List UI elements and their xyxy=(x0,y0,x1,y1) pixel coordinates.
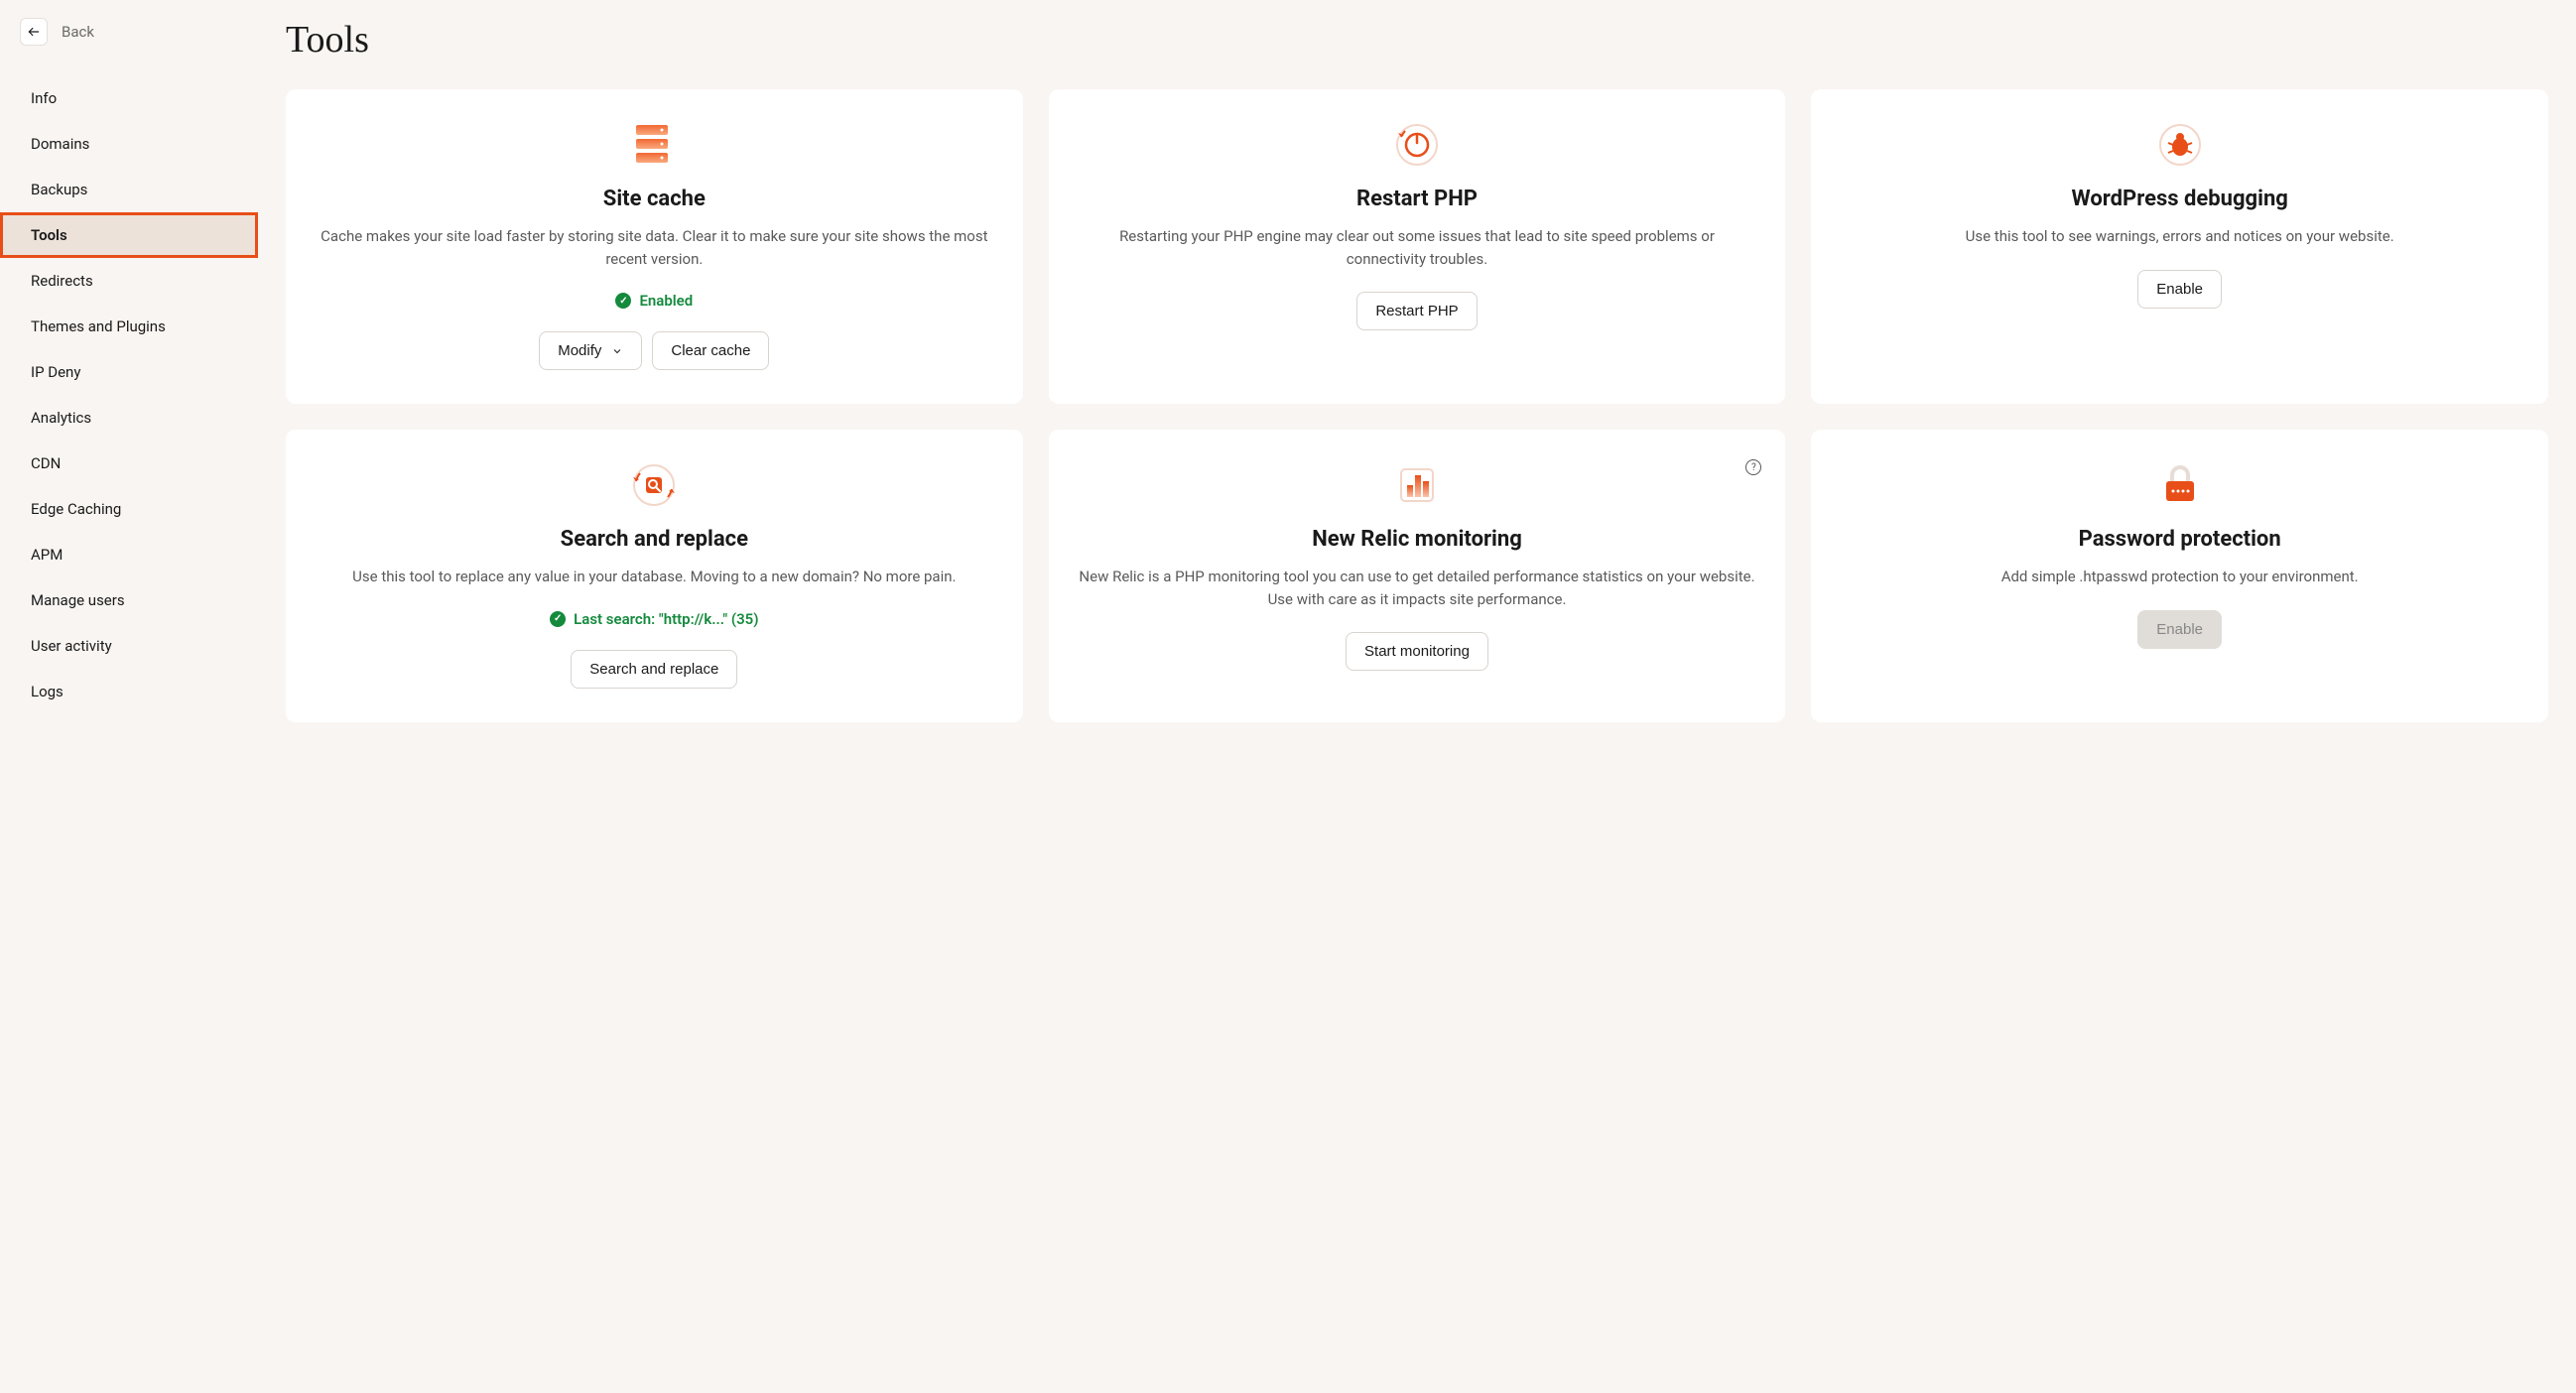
card-description: Cache makes your site load faster by sto… xyxy=(316,225,993,270)
card-site-cache: Site cache Cache makes your site load fa… xyxy=(286,89,1023,404)
restart-php-button[interactable]: Restart PHP xyxy=(1356,292,1477,330)
main-content: Tools Site cache Cache makes you xyxy=(258,0,2576,1393)
card-title: WordPress debugging xyxy=(2071,187,2287,211)
check-circle-icon: ✓ xyxy=(615,293,631,309)
back-button[interactable] xyxy=(20,18,48,46)
check-circle-icon: ✓ xyxy=(550,611,566,627)
lock-icon xyxy=(2158,463,2202,507)
power-restart-icon xyxy=(1395,123,1439,167)
sidebar-item-themes-plugins[interactable]: Themes and Plugins xyxy=(0,304,258,349)
card-description: New Relic is a PHP monitoring tool you c… xyxy=(1079,566,1756,610)
start-monitoring-button[interactable]: Start monitoring xyxy=(1346,632,1488,671)
bar-chart-icon xyxy=(1395,463,1439,507)
card-password-protection: Password protection Add simple .htpasswd… xyxy=(1811,430,2548,722)
modify-button[interactable]: Modify xyxy=(539,331,642,370)
sidebar-item-logs[interactable]: Logs xyxy=(0,669,258,714)
search-replace-button[interactable]: Search and replace xyxy=(571,650,737,689)
page-title: Tools xyxy=(286,18,2548,62)
arrow-left-icon xyxy=(27,25,41,39)
sidebar-item-edge-caching[interactable]: Edge Caching xyxy=(0,486,258,532)
sidebar: Back Info Domains Backups Tools Redirect… xyxy=(0,0,258,1393)
server-stack-icon xyxy=(632,123,676,167)
sidebar-item-ip-deny[interactable]: IP Deny xyxy=(0,349,258,395)
sidebar-item-apm[interactable]: APM xyxy=(0,532,258,577)
card-title: New Relic monitoring xyxy=(1312,527,1522,552)
clear-cache-button[interactable]: Clear cache xyxy=(652,331,769,370)
card-search-replace: Search and replace Use this tool to repl… xyxy=(286,430,1023,722)
sidebar-item-redirects[interactable]: Redirects xyxy=(0,258,258,304)
status-last-search: ✓ Last search: "http://k..." (35) xyxy=(550,610,758,628)
card-restart-php: Restart PHP Restarting your PHP engine m… xyxy=(1049,89,1786,404)
sidebar-nav: Info Domains Backups Tools Redirects The… xyxy=(0,75,258,714)
card-description: Restarting your PHP engine may clear out… xyxy=(1079,225,1756,270)
back-label: Back xyxy=(62,23,94,41)
card-title: Site cache xyxy=(603,187,706,211)
sidebar-item-backups[interactable]: Backups xyxy=(0,167,258,212)
sidebar-item-info[interactable]: Info xyxy=(0,75,258,121)
status-label: Enabled xyxy=(639,292,693,310)
status-label: Last search: "http://k..." (35) xyxy=(574,610,758,628)
bug-icon xyxy=(2158,123,2202,167)
card-title: Restart PHP xyxy=(1356,187,1478,211)
sidebar-item-user-activity[interactable]: User activity xyxy=(0,623,258,669)
back-row: Back xyxy=(0,18,258,75)
chevron-down-icon xyxy=(611,345,623,357)
card-title: Password protection xyxy=(2079,527,2281,552)
help-icon[interactable]: ? xyxy=(1745,459,1761,475)
sidebar-item-cdn[interactable]: CDN xyxy=(0,441,258,486)
tools-grid: Site cache Cache makes your site load fa… xyxy=(286,89,2548,722)
button-row: Modify Clear cache xyxy=(539,331,769,370)
card-description: Use this tool to replace any value in yo… xyxy=(352,566,956,588)
card-new-relic: ? New Relic monitoring New Relic is a PH… xyxy=(1049,430,1786,722)
enable-button[interactable]: Enable xyxy=(2137,270,2222,309)
card-wp-debugging: WordPress debugging Use this tool to see… xyxy=(1811,89,2548,404)
sidebar-item-tools[interactable]: Tools xyxy=(0,212,258,258)
search-replace-icon xyxy=(632,463,676,507)
modify-label: Modify xyxy=(558,342,601,359)
card-description: Use this tool to see warnings, errors an… xyxy=(1966,225,2394,248)
enable-button: Enable xyxy=(2137,610,2222,649)
sidebar-item-manage-users[interactable]: Manage users xyxy=(0,577,258,623)
card-description: Add simple .htpasswd protection to your … xyxy=(2001,566,2359,588)
status-enabled: ✓ Enabled xyxy=(615,292,693,310)
sidebar-item-analytics[interactable]: Analytics xyxy=(0,395,258,441)
card-title: Search and replace xyxy=(561,527,748,552)
sidebar-item-domains[interactable]: Domains xyxy=(0,121,258,167)
